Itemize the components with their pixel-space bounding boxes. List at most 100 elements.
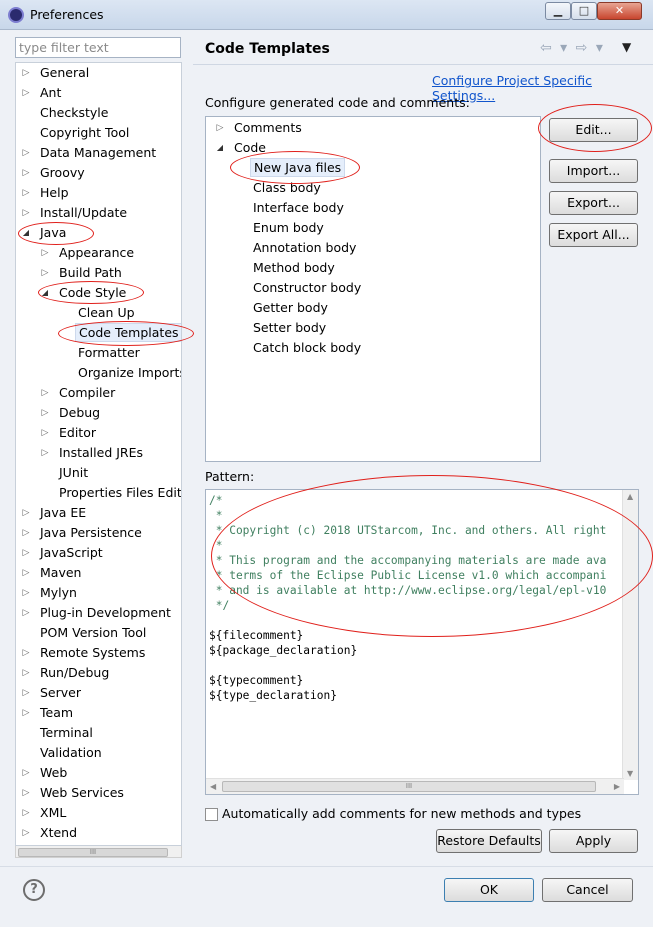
collapsed-arrow-icon[interactable]: ▷ (39, 443, 51, 463)
collapsed-arrow-icon[interactable]: ▷ (20, 183, 32, 203)
nav-item-appearance[interactable]: ▷ Appearance (16, 243, 181, 263)
help-icon[interactable]: ? (23, 879, 45, 901)
expanded-arrow-icon[interactable]: ◢ (20, 223, 32, 243)
template-item-class-body[interactable]: Class body (206, 178, 540, 198)
apply-button[interactable]: Apply (549, 829, 638, 853)
nav-item-formatter[interactable]: Formatter (16, 343, 181, 363)
collapsed-arrow-icon[interactable]: ▷ (20, 143, 32, 163)
collapsed-arrow-icon[interactable]: ▷ (39, 243, 51, 263)
ok-button[interactable]: OK (444, 878, 534, 902)
collapsed-arrow-icon[interactable]: ▷ (20, 643, 32, 663)
cancel-button[interactable]: Cancel (542, 878, 633, 902)
code-templates-tree[interactable]: ▷ Comments ◢ Code New Java files Class body In… (205, 116, 541, 462)
nav-item-remote-systems[interactable]: ▷ Remote Systems (16, 643, 181, 663)
nav-item-java[interactable]: ◢ Java (16, 223, 181, 243)
collapsed-arrow-icon[interactable]: ▷ (20, 203, 32, 223)
nav-item-xtend[interactable]: ▷ Xtend (16, 823, 181, 843)
scroll-left-icon[interactable]: ◀ (210, 782, 216, 791)
export-button[interactable]: Export... (549, 191, 638, 215)
template-item-method-body[interactable]: Method body (206, 258, 540, 278)
template-item-constructor-body[interactable]: Constructor body (206, 278, 540, 298)
nav-item-install-update[interactable]: ▷ Install/Update (16, 203, 181, 223)
collapsed-arrow-icon[interactable]: ▷ (20, 803, 32, 823)
nav-item-terminal[interactable]: Terminal (16, 723, 181, 743)
nav-item-plug-in-development[interactable]: ▷ Plug-in Development (16, 603, 181, 623)
nav-item-javascript[interactable]: ▷ JavaScript (16, 543, 181, 563)
nav-item-organize-imports[interactable]: Organize Imports (16, 363, 181, 383)
collapsed-arrow-icon[interactable]: ▷ (20, 63, 32, 83)
collapsed-arrow-icon[interactable]: ▷ (20, 503, 32, 523)
nav-item-web[interactable]: ▷ Web (16, 763, 181, 783)
collapsed-arrow-icon[interactable]: ▷ (214, 118, 226, 138)
nav-item-server[interactable]: ▷ Server (16, 683, 181, 703)
nav-item-help[interactable]: ▷ Help (16, 183, 181, 203)
import-button[interactable]: Import... (549, 159, 638, 183)
nav-item-junit[interactable]: JUnit (16, 463, 181, 483)
template-item-enum-body[interactable]: Enum body (206, 218, 540, 238)
nav-item-validation[interactable]: Validation (16, 743, 181, 763)
close-button[interactable]: ✕ (597, 2, 642, 20)
template-item-catch-block-body[interactable]: Catch block body (206, 338, 540, 358)
nav-item-xml[interactable]: ▷ XML (16, 803, 181, 823)
collapsed-arrow-icon[interactable]: ▷ (39, 403, 51, 423)
pattern-editor[interactable]: /* * * Copyright (c) 2018 UTStarcom, Inc… (205, 489, 639, 795)
expanded-arrow-icon[interactable]: ◢ (39, 283, 51, 303)
nav-item-mylyn[interactable]: ▷ Mylyn (16, 583, 181, 603)
pattern-horizontal-scrollbar[interactable]: ◀ III ▶ (206, 778, 624, 794)
collapsed-arrow-icon[interactable]: ▷ (39, 383, 51, 403)
nav-item-pom-version-tool[interactable]: POM Version Tool (16, 623, 181, 643)
collapsed-arrow-icon[interactable]: ▷ (20, 83, 32, 103)
nav-item-maven[interactable]: ▷ Maven (16, 563, 181, 583)
nav-item-editor[interactable]: ▷ Editor (16, 423, 181, 443)
nav-item-general[interactable]: ▷ General (16, 63, 181, 83)
nav-item-groovy[interactable]: ▷ Groovy (16, 163, 181, 183)
template-item-getter-body[interactable]: Getter body (206, 298, 540, 318)
template-item-code[interactable]: ◢ Code (206, 138, 540, 158)
collapsed-arrow-icon[interactable]: ▷ (20, 823, 32, 843)
nav-item-data-management[interactable]: ▷ Data Management (16, 143, 181, 163)
nav-item-compiler[interactable]: ▷ Compiler (16, 383, 181, 403)
scroll-right-icon[interactable]: ▶ (614, 782, 620, 791)
collapsed-arrow-icon[interactable]: ▷ (20, 603, 32, 623)
expanded-arrow-icon[interactable]: ◢ (214, 138, 226, 158)
nav-item-team[interactable]: ▷ Team (16, 703, 181, 723)
nav-tree-scroll-thumb[interactable]: III (18, 848, 168, 857)
auto-comments-checkbox[interactable] (205, 808, 218, 821)
nav-item-code-style[interactable]: ◢ Code Style (16, 283, 181, 303)
view-menu-arrow-icon[interactable]: ▼ (622, 40, 631, 54)
collapsed-arrow-icon[interactable]: ▷ (20, 563, 32, 583)
collapsed-arrow-icon[interactable]: ▷ (20, 583, 32, 603)
nav-item-properties-files-edito[interactable]: Properties Files Edito (16, 483, 181, 503)
edit-button[interactable]: Edit... (549, 118, 638, 142)
pattern-text[interactable]: /* * * Copyright (c) 2018 UTStarcom, Inc… (209, 493, 606, 703)
auto-comments-label[interactable]: Automatically add comments for new metho… (222, 806, 581, 821)
nav-item-java-persistence[interactable]: ▷ Java Persistence (16, 523, 181, 543)
filter-input[interactable] (15, 37, 181, 58)
collapsed-arrow-icon[interactable]: ▷ (20, 663, 32, 683)
export-all-button[interactable]: Export All... (549, 223, 638, 247)
collapsed-arrow-icon[interactable]: ▷ (39, 423, 51, 443)
nav-item-checkstyle[interactable]: Checkstyle (16, 103, 181, 123)
nav-item-clean-up[interactable]: Clean Up (16, 303, 181, 323)
restore-defaults-button[interactable]: Restore Defaults (436, 829, 542, 853)
nav-item-copyright-tool[interactable]: Copyright Tool (16, 123, 181, 143)
collapsed-arrow-icon[interactable]: ▷ (20, 543, 32, 563)
collapsed-arrow-icon[interactable]: ▷ (20, 703, 32, 723)
template-item-comments[interactable]: ▷ Comments (206, 118, 540, 138)
collapsed-arrow-icon[interactable]: ▷ (20, 523, 32, 543)
maximize-button[interactable]: □ (571, 2, 597, 20)
nav-item-code-templates[interactable]: Code Templates (16, 323, 181, 343)
scroll-up-icon[interactable]: ▲ (627, 492, 633, 501)
scroll-down-icon[interactable]: ▼ (627, 769, 633, 778)
pattern-vertical-scrollbar[interactable]: ▲ ▼ (622, 490, 638, 780)
nav-item-java-ee[interactable]: ▷ Java EE (16, 503, 181, 523)
template-item-setter-body[interactable]: Setter body (206, 318, 540, 338)
collapsed-arrow-icon[interactable]: ▷ (39, 263, 51, 283)
history-nav-buttons[interactable]: ⇦ ▾ ⇨ ▾ (540, 40, 605, 56)
collapsed-arrow-icon[interactable]: ▷ (20, 163, 32, 183)
collapsed-arrow-icon[interactable]: ▷ (20, 783, 32, 803)
nav-item-ant[interactable]: ▷ Ant (16, 83, 181, 103)
template-item-interface-body[interactable]: Interface body (206, 198, 540, 218)
nav-item-installed-jres[interactable]: ▷ Installed JREs (16, 443, 181, 463)
nav-item-run-debug[interactable]: ▷ Run/Debug (16, 663, 181, 683)
